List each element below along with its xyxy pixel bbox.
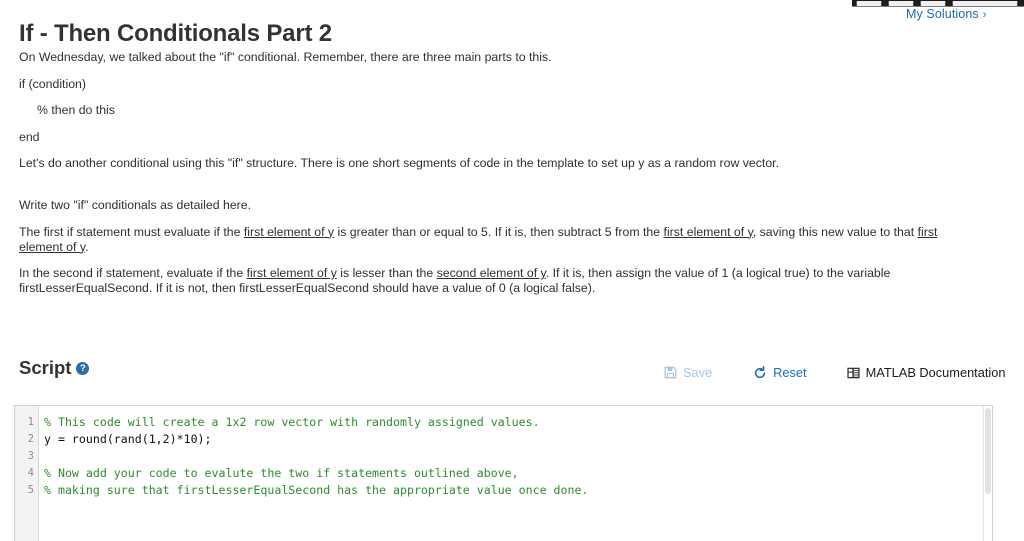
my-solutions-link[interactable]: My Solutions ›: [906, 7, 987, 21]
second-if-part2: is lesser than the: [336, 266, 437, 280]
line-number: 4: [27, 467, 34, 479]
first-if-link1[interactable]: first element of y: [244, 225, 334, 239]
editor-toolbar: Save Reset MATLAB Documentation: [664, 365, 1006, 380]
matlab-documentation-button[interactable]: MATLAB Documentation: [847, 365, 1006, 380]
script-section-heading: Script?: [19, 357, 90, 379]
code-line: % making sure that firstLesserEqualSecon…: [44, 483, 589, 497]
paragraph-second-if: In the second if statement, evaluate if …: [19, 266, 981, 296]
paragraph-intro: On Wednesday, we talked about the "if" c…: [19, 50, 552, 64]
cropped-browser-toolbar-strip: [852, 0, 1024, 7]
reset-button[interactable]: Reset: [753, 365, 807, 380]
second-if-link2[interactable]: second element of y: [437, 266, 546, 280]
help-icon[interactable]: ?: [76, 362, 90, 375]
save-button[interactable]: Save: [664, 365, 712, 380]
editor-scrollbar[interactable]: [983, 406, 992, 541]
matlab-documentation-label: MATLAB Documentation: [865, 365, 1006, 380]
editor-scrollbar-thumb[interactable]: [985, 408, 991, 494]
paragraph-if-line: if (condition): [19, 76, 86, 91]
exercise-page: My Solutions › If - Then Conditionals Par…: [0, 0, 1024, 541]
first-if-part2: is greater than or equal to 5. If it is,…: [334, 224, 664, 239]
code-line: % This code will create a 1x2 row vector…: [44, 415, 540, 429]
paragraph-template-note: Let's do another conditional using this …: [19, 156, 780, 170]
page-title: If - Then Conditionals Part 2: [19, 20, 332, 48]
second-if-part1: In the second if statement, evaluate if …: [19, 266, 247, 280]
line-number: 1: [27, 416, 34, 428]
save-floppy-icon: [664, 366, 677, 379]
instructions-body: On Wednesday, we talked about the "if" c…: [19, 50, 981, 308]
paragraph-write-two: Write two "if" conditionals as detailed …: [19, 198, 252, 212]
line-number: 5: [27, 484, 34, 496]
book-icon: [847, 367, 860, 379]
line-number-gutter: 1 2 3 4 5: [15, 406, 39, 541]
first-if-part4: .: [85, 239, 89, 254]
refresh-icon: [753, 365, 767, 380]
code-line: y = round(rand(1,2)*10);: [44, 432, 212, 446]
second-if-link1[interactable]: first element of y: [247, 266, 337, 280]
code-line: % Now add your code to evalute the two i…: [44, 466, 519, 480]
line-number: 2: [27, 433, 34, 445]
first-if-link2[interactable]: first element of y: [664, 225, 753, 239]
first-if-part1: The first if statement must evaluate if …: [19, 224, 244, 239]
script-heading-label: Script: [19, 357, 72, 378]
paragraph-then-line: % then do this: [37, 103, 115, 117]
save-label: Save: [683, 365, 713, 380]
my-solutions-label: My Solutions: [906, 7, 979, 21]
paragraph-first-if: The first if statement must evaluate if …: [19, 225, 981, 255]
paragraph-end-line: end: [19, 129, 40, 144]
line-number: 3: [27, 450, 34, 462]
first-if-part3: , saving this new value to that: [752, 224, 918, 239]
chevron-right-icon: ›: [982, 9, 987, 21]
reset-label: Reset: [773, 365, 807, 380]
code-editor[interactable]: 1 2 3 4 5 % This code will create a 1x2 …: [14, 405, 993, 541]
code-text-area[interactable]: % This code will create a 1x2 row vector…: [39, 406, 992, 541]
